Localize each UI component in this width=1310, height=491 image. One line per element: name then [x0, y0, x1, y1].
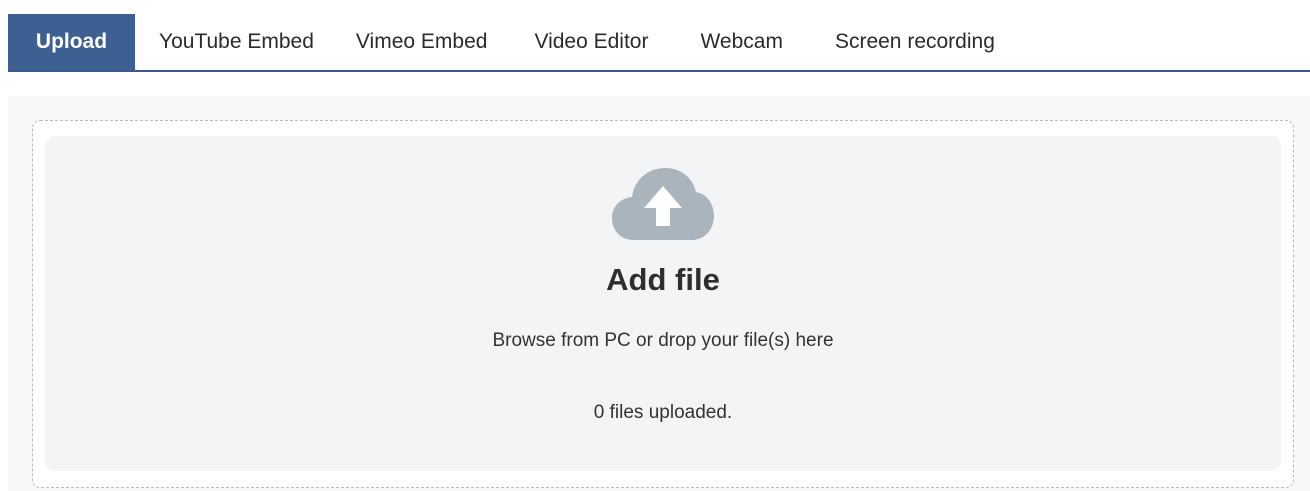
- media-source-tabs: Upload YouTube Embed Vimeo Embed Video E…: [8, 14, 1310, 72]
- tab-webcam[interactable]: Webcam: [700, 14, 782, 70]
- tab-video-editor[interactable]: Video Editor: [534, 14, 648, 70]
- dropzone-instructions: Browse from PC or drop your file(s) here: [492, 330, 834, 351]
- upload-page: Upload YouTube Embed Vimeo Embed Video E…: [0, 0, 1310, 491]
- upload-status: 0 files uploaded.: [593, 402, 733, 423]
- tab-youtube-embed[interactable]: YouTube Embed: [159, 14, 314, 70]
- add-file-title: Add file: [606, 262, 720, 297]
- tab-vimeo-embed[interactable]: Vimeo Embed: [356, 14, 488, 70]
- tab-screen-recording[interactable]: Screen recording: [835, 14, 995, 70]
- cloud-upload-icon: [612, 168, 714, 240]
- tab-upload[interactable]: Upload: [8, 14, 135, 70]
